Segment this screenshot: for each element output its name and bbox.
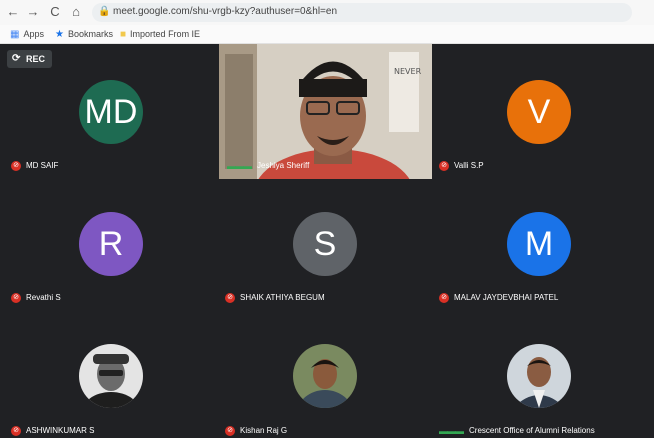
reload-icon[interactable]: C <box>48 4 62 20</box>
browser-toolbar: ← → C ⌂ 🔒 meet.google.com/shu-vrgb-kzy?a… <box>0 0 654 25</box>
avatar: MD <box>79 80 143 144</box>
participant-name: Crescent Office of Alumni Relations <box>469 426 595 436</box>
mic-muted-icon: ⊘ <box>11 425 21 436</box>
participant-name-tag: ⊘ Valli S.P <box>439 159 484 173</box>
mic-muted-icon: ⊘ <box>225 292 235 303</box>
avatar: M <box>507 212 571 276</box>
mic-muted-icon: ⊘ <box>11 292 21 303</box>
recording-indicator: ⟳ REC <box>7 50 52 68</box>
rec-label: REC <box>26 54 46 64</box>
participant-name: Revathi S <box>26 293 61 302</box>
bookmark-label: Bookmarks <box>67 29 113 39</box>
svg-text:NEVER: NEVER <box>394 67 422 76</box>
participant-name-tag: ⊘ SHAIK ATHIYA BEGUM <box>225 291 325 305</box>
participant-name: Valli S.P <box>454 161 484 170</box>
participant-name-tag: ⊘ ASHWINKUMAR S <box>11 424 94 438</box>
address-bar[interactable]: 🔒 meet.google.com/shu-vrgb-kzy?authuser=… <box>92 3 632 22</box>
video-feed[interactable]: NEVER ▬▬▬ Jeshiya Sheriff <box>219 44 432 179</box>
bookmark-apps[interactable]: ▦ Apps <box>10 27 44 41</box>
forward-icon[interactable]: → <box>26 4 40 20</box>
meeting-grid: ⟳ REC MD ⊘ MD SAIF NEVER ▬▬▬ Jeshiya Sheri… <box>0 44 654 438</box>
recording-icon: ⟳ <box>12 53 21 64</box>
mic-muted-icon: ⊘ <box>11 160 21 171</box>
participant-name: MALAV JAYDEVBHAI PATEL <box>454 293 559 302</box>
speaking-icon: ▬▬▬ <box>439 426 464 436</box>
bookmark-label: Apps <box>23 29 44 39</box>
url-text: meet.google.com/shu-vrgb-kzy?authuser=0&… <box>113 6 338 17</box>
avatar-photo <box>293 344 357 408</box>
avatar: V <box>507 80 571 144</box>
avatar-photo <box>79 344 143 408</box>
participant-name: ASHWINKUMAR S <box>26 426 95 435</box>
mic-muted-icon: ⊘ <box>439 292 449 303</box>
participant-name: Jeshiya Sheriff <box>257 161 310 171</box>
mic-muted-icon: ⊘ <box>439 160 449 171</box>
participant-name-tag: ▬▬▬ Crescent Office of Alumni Relations <box>439 424 595 438</box>
back-icon[interactable]: ← <box>6 4 20 20</box>
star-icon: ★ <box>55 29 64 40</box>
bookmark-label: Imported From IE <box>130 29 201 39</box>
participant-name: Kishan Raj G <box>240 426 288 435</box>
speaking-icon: ▬▬▬ <box>227 161 252 171</box>
participant-name-tag: ⊘ Revathi S <box>11 291 61 305</box>
avatar-photo <box>507 344 571 408</box>
home-icon[interactable]: ⌂ <box>69 4 83 20</box>
bookmark-imported[interactable]: ■ Imported From IE <box>120 27 200 41</box>
folder-icon: ■ <box>120 29 127 40</box>
lock-icon: 🔒 <box>98 6 111 17</box>
apps-icon: ▦ <box>10 29 20 40</box>
participant-name-tag: ⊘ MD SAIF <box>11 159 58 173</box>
avatar: R <box>79 212 143 276</box>
participant-name: SHAIK ATHIYA BEGUM <box>240 293 325 302</box>
bookmarks-bar: ▦ Apps ★ Bookmarks ■ Imported From IE <box>0 25 654 44</box>
bookmark-bookmarks[interactable]: ★ Bookmarks <box>55 27 113 41</box>
mic-muted-icon: ⊘ <box>225 425 235 436</box>
avatar: S <box>293 212 357 276</box>
participant-name-tag: ⊘ Kishan Raj G <box>225 424 287 438</box>
participant-name-tag: ▬▬▬ Jeshiya Sheriff <box>227 159 309 173</box>
participant-name-tag: ⊘ MALAV JAYDEVBHAI PATEL <box>439 291 558 305</box>
participant-name: MD SAIF <box>26 161 59 170</box>
